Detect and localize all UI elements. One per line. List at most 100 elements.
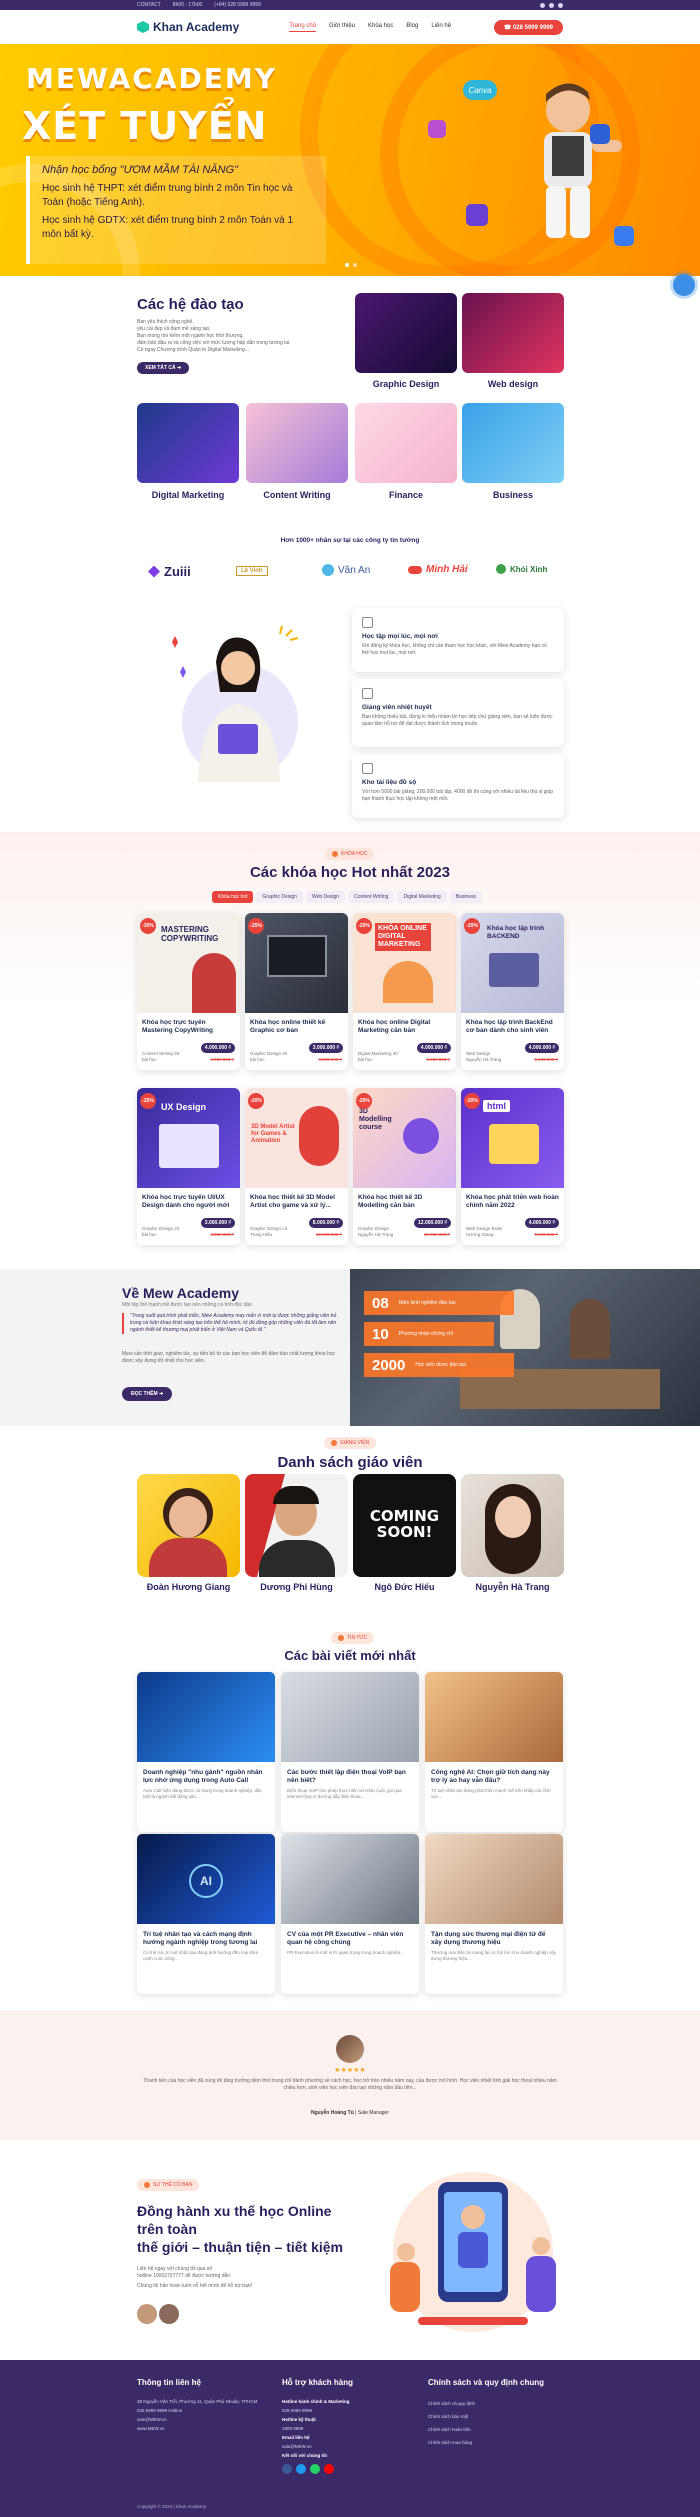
course-card[interactable]: html -20% Khóa học phát triển web hoàn c… [461,1088,564,1245]
course-title[interactable]: Khóa học phát triển web hoàn chỉnh năm 2… [461,1188,564,1212]
messenger-icon[interactable] [296,2464,306,2474]
nav-item-home[interactable]: Trang chủ [289,23,317,32]
footer-value[interactable]: 028 5999 9999 [282,2406,412,2415]
youtube-icon[interactable] [324,2464,334,2474]
course-title[interactable]: Khóa học trực tuyến Mastering CopyWritin… [137,1013,240,1037]
course-card[interactable]: Khóa học lập trình BACKEND -20% Khóa học… [461,913,564,1070]
post-title[interactable]: Công nghệ AI: Chọn giữ tích dạng này trợ… [425,1762,563,1788]
about-section: Về Mew Academy Một tập thể mạnh mẽ được … [0,1269,700,1426]
nav-item-courses[interactable]: Khóa học [368,23,393,32]
slide-dot[interactable] [353,263,357,267]
category-label[interactable]: Business [462,490,564,500]
course-card[interactable]: MASTERING COPYWRITING -30% Khóa học trực… [137,913,240,1070]
course-card[interactable]: 3D Modelling course -20% Khóa học thiết … [353,1088,456,1245]
post-title[interactable]: Trí tuệ nhân tạo và cách mạng định hướng… [137,1924,275,1950]
category-label[interactable]: Content Writing [246,490,348,500]
tab-hot[interactable]: Khóa học hot [212,891,254,903]
zalo-icon[interactable] [310,2464,320,2474]
tab-business[interactable]: Business [449,891,483,903]
category-card-content-writing[interactable] [246,403,348,483]
feature-card: Kho tài liệu đồ sộ Với hơn 5000 bài giản… [352,754,564,818]
footer-phone[interactable]: 028 5999 9999 Hotline [137,2406,267,2415]
course-title[interactable]: Khóa học thiết kế 3D Modelling căn bản [353,1188,456,1212]
tab-content-writing[interactable]: Content Writing [348,891,395,903]
course-title[interactable]: Khóa học online thiết kế Graphic cơ bản [245,1013,348,1037]
category-label[interactable]: Graphic Design [355,379,457,389]
course-title[interactable]: Khóa học lập trình BackEnd cơ bản dành c… [461,1013,564,1037]
footer-website[interactable]: www.MEW.vn [137,2424,267,2433]
footer-link[interactable]: Chính sách bảo mật [428,2410,568,2423]
instagram-icon[interactable] [558,2,563,8]
footer-email[interactable]: sale@MEW.vn [137,2415,267,2424]
read-more-button[interactable]: ĐỌC THÊM ➜ [122,1387,173,1401]
hero-banner[interactable]: MEWACADEMY XÉT TUYỂN Nhận học bổng "ƯƠM … [0,44,700,276]
course-card[interactable]: 3D Model Artist for Games & Animation -2… [245,1088,348,1245]
twitter-icon[interactable] [549,2,554,8]
teacher-photo[interactable] [461,1474,564,1577]
footer-link[interactable]: Chính sách mua hàng [428,2436,568,2449]
slide-dot[interactable] [345,263,349,267]
nav-item-blog[interactable]: Blog [406,23,418,32]
footer-value[interactable]: 1900 9999 [282,2424,412,2433]
teacher-photo[interactable] [245,1474,348,1577]
thumb-text: html [483,1100,510,1112]
category-card-graphic-design[interactable] [355,293,457,373]
category-card-web-design[interactable] [462,293,564,373]
category-label[interactable]: Digital Marketing [137,490,239,500]
course-card[interactable]: KHÓA ONLINE DIGITAL MARKETING -20% Khóa … [353,913,456,1070]
chat-button[interactable] [673,274,695,296]
blog-post-card[interactable]: CV của một PR Executive – nhân viên quan… [281,1834,419,1994]
course-old-price: 15.000.000 ₫ [423,1232,450,1237]
footer-value[interactable]: sale@MEW.vn [282,2442,412,2451]
teacher-photo[interactable]: COMING SOON! [353,1474,456,1577]
teachers-tag: GIẢNG VIÊN [324,1433,377,1451]
teacher-name[interactable]: Đoàn Hương Giang [137,1582,240,1592]
phone-label[interactable]: (+84) 028 5999 9999 [214,2,261,8]
tab-digital-marketing[interactable]: Digital Marketing [397,891,447,903]
course-title[interactable]: Khóa học online Digital Marketing căn bả… [353,1013,456,1037]
blog-post-card[interactable]: Công nghệ AI: Chọn giữ tích dạng này trợ… [425,1672,563,1832]
course-title[interactable]: Khóa học thiết kế 3D Model Artist cho ga… [245,1188,348,1212]
post-title[interactable]: Doanh nghiệp "nhu gánh" nguồn nhân lực n… [137,1762,275,1788]
testimonial-text: Thanh tiến của học viên đã cùng tôi tăng… [143,2078,557,2091]
category-card-finance[interactable] [355,403,457,483]
blog-post-card[interactable]: Các bước thiết lập điện thoại VoIP bạn n… [281,1672,419,1832]
category-card-business[interactable] [462,403,564,483]
blog-title: Các bài viết mới nhất [284,1648,416,1663]
teacher-name[interactable]: Nguyễn Hà Trang [461,1582,564,1592]
footer-heading: Hỗ trợ khách hàng [282,2378,354,2387]
post-excerpt: Thương mại điện tử mang lại cơ hội lớn c… [431,1950,556,1961]
tab-web-design[interactable]: Web Design [305,891,346,903]
partner-name: Minh Hải [426,564,468,575]
blog-post-card[interactable]: Tận dụng sức thương mại điện tử để xây d… [425,1834,563,1994]
teacher-name[interactable]: Dương Phi Hùng [245,1582,348,1592]
cta-title: Đồng hành xu thế học Online trên toàn [137,2203,332,2237]
category-label[interactable]: Web design [462,379,564,389]
course-title[interactable]: Khóa học trực tuyến UI/UX Design dành ch… [137,1188,240,1212]
course-card[interactable]: -25% Khóa học online thiết kế Graphic cơ… [245,913,348,1070]
footer-link[interactable]: Chính sách hoàn tiền [428,2423,568,2436]
nav-item-about[interactable]: Giới thiệu [329,23,355,32]
view-all-button[interactable]: XEM TẤT CẢ ➜ [137,362,190,374]
copyright: Copyright © 2023 | Khan Academy [137,2504,207,2509]
post-title[interactable]: Các bước thiết lập điện thoại VoIP bạn n… [281,1762,419,1788]
post-title[interactable]: CV của một PR Executive – nhân viên quan… [281,1924,419,1950]
teacher-photo[interactable] [137,1474,240,1577]
course-card[interactable]: UX Design -25% Khóa học trực tuyến UI/UX… [137,1088,240,1245]
hotline-button[interactable]: ☎ 028 5999 9999 [493,19,563,35]
blog-post-card[interactable]: Doanh nghiệp "nhu gánh" nguồn nhân lực n… [137,1672,275,1832]
facebook-icon[interactable] [282,2464,292,2474]
nav-item-contact[interactable]: Liên hệ [431,23,451,32]
blog-post-card[interactable]: AI Trí tuệ nhân tạo và cách mạng định hư… [137,1834,275,1994]
footer-policies: Chính sách và quy định chung Chính sách … [428,2378,568,2449]
post-title[interactable]: Tận dụng sức thương mại điện tử để xây d… [425,1924,563,1950]
tab-graphic-design[interactable]: Graphic Design [256,891,303,903]
stat-students: 2000 Học viên được đào tạo [364,1353,514,1377]
teacher-name[interactable]: Ngô Đức Hiếu [353,1582,456,1592]
category-card-digital-marketing[interactable] [137,403,239,483]
footer-label: Hotline hành chính & Marketing [282,2399,350,2404]
category-label[interactable]: Finance [355,490,457,500]
site-logo[interactable]: Khan Academy [137,20,239,34]
footer-link[interactable]: Chính sách và quy định [428,2397,568,2410]
facebook-icon[interactable] [540,2,545,8]
